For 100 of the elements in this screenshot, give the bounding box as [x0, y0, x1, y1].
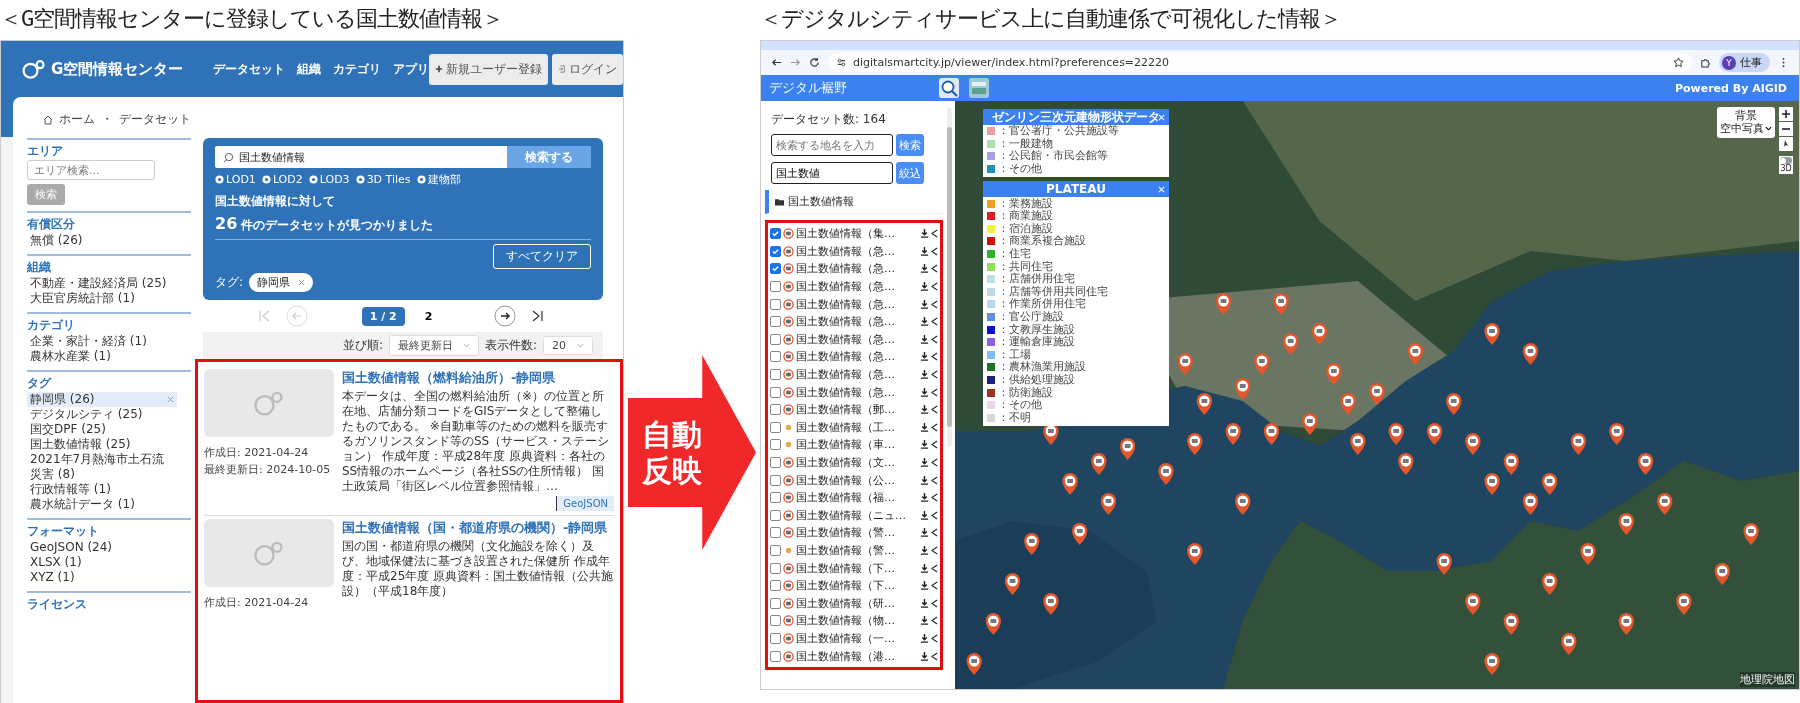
dataset-title-link[interactable]: 国土数値情報（燃料給油所）-静岡県: [342, 369, 614, 387]
legend-label: ：店舗等併用共同住宅: [998, 285, 1108, 298]
layer-name[interactable]: 国土数値情報（急…: [796, 296, 918, 312]
3d-toggle[interactable]: 3D: [1779, 156, 1793, 174]
legend-label: ：防衛施設: [998, 386, 1053, 399]
tag-chip[interactable]: 静岡県: [249, 273, 314, 292]
layer-name[interactable]: 国土数値情報（一…: [796, 630, 918, 646]
facet-link[interactable]: 不動産・建設経済局 (25): [27, 276, 177, 291]
facet-heading: 有償区分: [27, 216, 75, 232]
legend-label: ：公民館・市民会館等: [998, 150, 1108, 163]
legend-label: ：運輸倉庫施設: [998, 336, 1075, 349]
page-size-select[interactable]: 20: [543, 336, 593, 355]
filter-field[interactable]: 国土数値: [771, 162, 893, 184]
legend-label: ：官公署庁・公共施設等: [998, 125, 1119, 138]
legend-label: ：その他: [998, 163, 1042, 176]
facet-link[interactable]: 静岡県 (26): [27, 392, 177, 407]
layer-name[interactable]: 国土数値情報（公…: [796, 472, 918, 488]
layer-name[interactable]: 国土数値情報（急…: [796, 261, 918, 277]
section-heading: ＜デジタルシティサービス上に自動連係で可視化した情報＞: [760, 5, 1342, 33]
page-button[interactable]: 2: [416, 306, 441, 326]
filter-chip[interactable]: 3D Tiles: [355, 172, 411, 187]
filter-chip[interactable]: LOD2: [261, 172, 303, 187]
nav-link[interactable]: カテゴリ: [333, 60, 382, 78]
layer-name[interactable]: 国土数値情報（工…: [796, 419, 918, 435]
layer-name[interactable]: 国土数値情報（急…: [796, 243, 918, 259]
dataset-description: 国の国・都道府県の機関（文化施設を除く）及び、地域保健法に基づき設置された保健所 作成年度：平成25年度 原典資料：国土数値情報（公共施設）（平成18年度）: [342, 539, 614, 599]
facet-heading: エリア: [27, 143, 63, 159]
breadcrumb-link[interactable]: ホーム: [59, 111, 95, 128]
layer-name[interactable]: 国土数値情報（下…: [796, 560, 918, 576]
facet-link[interactable]: XYZ (1): [27, 570, 177, 585]
app-title: デジタル裾野: [769, 79, 848, 97]
legend-label: ：農林漁業用施設: [998, 361, 1086, 374]
profile-chip[interactable]: Y 仕事: [1719, 53, 1770, 72]
facet-link[interactable]: 無償 (26): [27, 233, 177, 248]
breadcrumb-link[interactable]: データセット: [119, 111, 191, 128]
layer-name[interactable]: 国土数値情報（文…: [796, 455, 918, 470]
layer-name[interactable]: 国土数値情報（警…: [796, 543, 918, 558]
facet-link[interactable]: GeoJSON (24): [27, 540, 177, 555]
layer-name[interactable]: 国土数値情報（急…: [796, 314, 918, 330]
dataset-description: 本データは、全国の燃料給油所（※）の位置と所在地、店舗分類コードをGISデータとして整備したものである。 ※自動車等のための燃料を販売するガソリンスタンド等のSS（サービス・ステーション） 作成年度：平成28年度 原典資料：各社のSS情報のホームページ（各社SSの住所情報） 国土政策局「街区レベル位置参照情報」…: [342, 389, 611, 494]
layer-name[interactable]: 国土数値情報（警…: [796, 525, 918, 541]
facet-link[interactable]: 農水統計データ (1): [27, 497, 177, 512]
login-button[interactable]: ログイン: [552, 53, 623, 85]
sort-select[interactable]: 最終更新日: [388, 335, 479, 356]
facet-link[interactable]: 国土数値情報 (25): [27, 437, 177, 452]
layer-name[interactable]: 国土数値情報（急…: [796, 279, 918, 295]
dataset-title-link[interactable]: 国土数値情報（国・都道府県の機関）-静岡県: [342, 519, 614, 537]
legend-label: ：官公庁施設: [998, 311, 1064, 323]
legend-label: ：作業所併用住宅: [998, 298, 1086, 311]
legend-label: ：不明: [998, 411, 1031, 424]
folder-row[interactable]: 国土数値情報: [765, 190, 943, 214]
facet-link[interactable]: 農林水産業 (1): [27, 349, 177, 364]
basemap-select[interactable]: 背景 空中写真: [1717, 107, 1775, 138]
facet-link[interactable]: 行政情報等 (1): [27, 482, 177, 497]
clear-all-button[interactable]: すべてクリア: [493, 244, 591, 269]
facet-link[interactable]: 企業・家計・経済 (1): [27, 334, 177, 349]
facet-link[interactable]: 2021年7月熱海市土石流災害 (8): [27, 452, 177, 482]
layer-name[interactable]: 国土数値情報（下…: [796, 578, 918, 594]
layer-name[interactable]: 国土数値情報（物…: [796, 613, 918, 629]
layer-name[interactable]: 国土数値情報（研…: [796, 595, 918, 611]
facet-link[interactable]: XLSX (1): [27, 555, 177, 570]
filter-chip[interactable]: 建物部: [416, 172, 461, 187]
updated-date: 最終更新日: 2024-10-05: [204, 462, 332, 477]
facet-link[interactable]: 大臣官房統計部 (1): [27, 291, 177, 306]
facet-heading: カテゴリ: [27, 317, 75, 333]
legend-label: ：宿泊施設: [998, 222, 1053, 235]
facet-heading: ライセンス: [27, 596, 87, 612]
layer-name[interactable]: 国土数値情報（急…: [796, 349, 918, 365]
address-bar[interactable]: digitalsmartcity.jp/viewer/index.html?preferences=22220: [828, 53, 1692, 72]
layer-name[interactable]: 国土数値情報（車…: [796, 437, 918, 453]
layer-name[interactable]: 国土数値情報（福…: [796, 490, 918, 506]
place-search-field[interactable]: 検索する地名を入力: [771, 134, 893, 156]
result-count: 26: [215, 214, 238, 233]
area-search-field[interactable]: エリア検索...: [27, 160, 155, 180]
layer-name[interactable]: 国土数値情報（ニュ…: [796, 507, 918, 523]
register-button[interactable]: 新規ユーザー登録: [429, 53, 549, 85]
site-logo-text[interactable]: G空間情報センター: [51, 59, 184, 79]
layer-name[interactable]: 国土数値情報（急…: [796, 367, 918, 383]
created-date: 作成日: 2021-04-24: [204, 595, 310, 610]
powered-by-text: Powered By AIGID: [1674, 81, 1787, 95]
result-caption: 国土数値情報に対して: [215, 193, 336, 210]
filter-chip[interactable]: LOD3: [308, 172, 350, 187]
search-field[interactable]: 国土数値情報: [215, 146, 507, 168]
facet-link[interactable]: デジタルシティ (25): [27, 407, 177, 422]
layer-name[interactable]: 国土数値情報（郵…: [796, 402, 918, 418]
layer-name[interactable]: 国土数値情報（急…: [796, 384, 918, 400]
nav-link[interactable]: 組織: [297, 60, 322, 78]
layer-name[interactable]: 国土数値情報（港…: [796, 648, 918, 664]
layer-name[interactable]: 国土数値情報（集…: [796, 226, 918, 242]
nav-link[interactable]: アプリ: [393, 60, 430, 78]
facet-link[interactable]: 国交DPF (25): [27, 422, 177, 437]
filter-chip[interactable]: LOD1: [215, 172, 256, 187]
layer-name[interactable]: 国土数値情報（急…: [796, 331, 918, 347]
facet-heading: 組織: [27, 259, 51, 275]
nav-link[interactable]: データセット: [213, 60, 286, 78]
result-caption: 件のデータセットが見つかりました: [241, 217, 434, 234]
sort-label: 並び順:: [342, 337, 383, 354]
legend-label: ：店舗併用住宅: [998, 273, 1075, 286]
facet-heading: タグ: [27, 375, 51, 391]
page-button[interactable]: 1 / 2: [361, 306, 405, 326]
